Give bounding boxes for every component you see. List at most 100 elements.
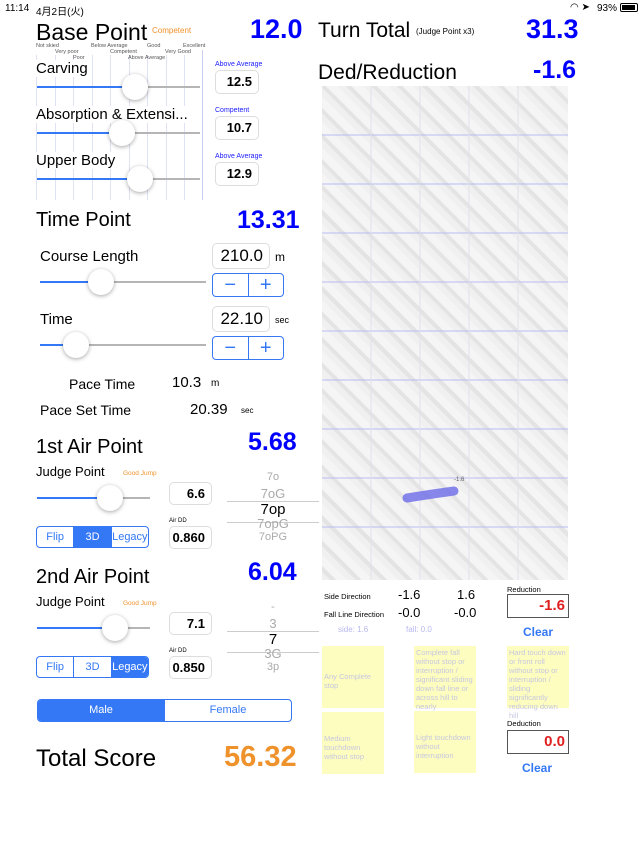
side-direction-label: Side Direction bbox=[324, 592, 371, 601]
base-item-label: Absorption & Extensi... bbox=[36, 106, 188, 123]
base-title: Base Point bbox=[36, 19, 148, 45]
segment-legacy[interactable]: Legacy bbox=[110, 527, 148, 547]
base-item-value[interactable]: 12.5 bbox=[215, 70, 259, 94]
scale-label: Good bbox=[147, 43, 161, 49]
minus-button[interactable]: − bbox=[213, 274, 248, 296]
picker-option[interactable]: 3 bbox=[227, 616, 319, 631]
course-length-stepper[interactable]: − + bbox=[212, 273, 284, 297]
pace-set-time-label: Pace Set Time bbox=[40, 402, 132, 418]
fall-small: fall: 0.0 bbox=[406, 625, 432, 634]
fall-a: -0.0 bbox=[398, 605, 421, 620]
air1-title: 1st Air Point bbox=[36, 436, 143, 458]
segment-3d[interactable]: 3D bbox=[73, 657, 110, 677]
deduction-field[interactable]: 0.0 bbox=[507, 730, 569, 754]
segment-legacy[interactable]: Legacy bbox=[110, 657, 148, 677]
ded-title: Ded/Reduction bbox=[318, 61, 457, 84]
segment-flip[interactable]: Flip bbox=[37, 527, 73, 547]
course-length-slider[interactable] bbox=[40, 269, 206, 295]
base-item-level: Above Average bbox=[215, 61, 263, 68]
battery-icon bbox=[620, 3, 638, 12]
time-stepper[interactable]: − + bbox=[212, 336, 284, 360]
picker-option[interactable]: 7oPG bbox=[227, 531, 319, 543]
air2-judge-slider[interactable] bbox=[37, 615, 150, 641]
scale-label: Above Average bbox=[128, 55, 166, 61]
minus-button[interactable]: − bbox=[213, 337, 248, 359]
plus-button[interactable]: + bbox=[247, 274, 284, 296]
base-item-label: Upper Body bbox=[36, 152, 116, 169]
turn-total: 31.3 bbox=[526, 14, 579, 44]
deduction-box-complete-stop[interactable]: Any Complete stop bbox=[322, 646, 384, 708]
air1-judge-value[interactable]: 6.6 bbox=[169, 482, 212, 505]
scale-label: Very Good bbox=[165, 49, 191, 55]
course-length-label: Course Length bbox=[40, 248, 139, 265]
fall-b: -0.0 bbox=[454, 605, 477, 620]
time-slider[interactable] bbox=[40, 332, 206, 358]
scale-label: Excellent bbox=[183, 43, 206, 49]
scale-divider bbox=[202, 50, 203, 200]
air1-dd-value[interactable]: 0.860 bbox=[169, 526, 212, 549]
reduction-label: Reduction bbox=[507, 585, 541, 594]
battery-level: 93% bbox=[597, 3, 618, 14]
picker-option[interactable]: 7oG bbox=[227, 486, 319, 501]
total-score: 56.32 bbox=[224, 741, 297, 773]
base-item-label: Carving bbox=[36, 60, 88, 77]
pace-time-value: 10.3 bbox=[172, 374, 202, 391]
wifi-icon: ◠ ➤ bbox=[570, 2, 590, 13]
base-item-value[interactable]: 10.7 bbox=[215, 116, 259, 140]
base-item-slider[interactable] bbox=[37, 166, 200, 192]
base-item-value[interactable]: 12.9 bbox=[215, 162, 259, 186]
gender-female[interactable]: Female bbox=[164, 700, 291, 721]
deduction-box-hard-touchdown[interactable]: Hard touch down or front roll without st… bbox=[507, 646, 569, 720]
reduction-field[interactable]: -1.6 bbox=[507, 594, 569, 618]
ded-value: -1.6 bbox=[533, 56, 577, 84]
base-score: 12.0 bbox=[250, 14, 303, 44]
air1-type-segment[interactable]: Flip 3D Legacy bbox=[36, 526, 149, 548]
picker-option[interactable]: 3G bbox=[227, 646, 319, 661]
air2-title: 2nd Air Point bbox=[36, 566, 150, 588]
deduction-box-complete-fall[interactable]: Complete fall without stop or interrupti… bbox=[414, 646, 476, 711]
base-item-slider[interactable] bbox=[37, 74, 200, 100]
time-score: 13.31 bbox=[237, 206, 300, 234]
picker-option[interactable]: 3p bbox=[227, 661, 319, 673]
time-unit: sec bbox=[275, 315, 290, 325]
course-unit: m bbox=[275, 250, 285, 264]
picker-option[interactable]: 7opG bbox=[227, 516, 319, 531]
judge-level: Good Jump bbox=[123, 470, 157, 477]
picker-option[interactable]: - bbox=[227, 601, 319, 613]
gender-segment[interactable]: Male Female bbox=[37, 699, 292, 722]
air2-judge-value[interactable]: 7.1 bbox=[169, 612, 212, 635]
air2-type-segment[interactable]: Flip 3D Legacy bbox=[36, 656, 149, 678]
base-item-level: Competent bbox=[215, 107, 250, 114]
side-a: -1.6 bbox=[398, 587, 421, 602]
fall-line-label: Fall Line Direction bbox=[324, 610, 385, 619]
segment-3d[interactable]: 3D bbox=[73, 527, 111, 547]
pace-set-time-value: 20.39 bbox=[190, 401, 228, 418]
deduction-box-light-touchdown[interactable]: Light touchdown without interruption bbox=[414, 711, 476, 773]
base-item-slider[interactable] bbox=[37, 120, 200, 146]
course-length-field[interactable]: 210.0 bbox=[212, 243, 270, 269]
air2-dd-value[interactable]: 0.850 bbox=[169, 656, 212, 679]
air1-judge-slider[interactable] bbox=[37, 485, 150, 511]
drawing-pad[interactable]: -1.6 bbox=[322, 86, 568, 580]
base-item-level: Above Average bbox=[215, 153, 263, 160]
deduction-box-medium-touchdown[interactable]: Medium touchdown without stop bbox=[322, 712, 384, 774]
judge-label: Judge Point bbox=[36, 464, 105, 479]
time-title: Time Point bbox=[36, 209, 131, 231]
total-label: Total Score bbox=[36, 745, 157, 772]
base-level: Competent bbox=[152, 26, 192, 35]
segment-flip[interactable]: Flip bbox=[37, 657, 73, 677]
air-dd-label: Air DD bbox=[169, 518, 187, 524]
drawn-stroke bbox=[402, 486, 459, 503]
turn-title: Turn Total bbox=[318, 19, 411, 42]
side-b: 1.6 bbox=[457, 587, 476, 602]
clear-reduction-button[interactable]: Clear bbox=[523, 625, 553, 639]
clear-deduction-button[interactable]: Clear bbox=[522, 761, 552, 775]
picker-option[interactable]: 7o bbox=[227, 471, 319, 483]
status-date: 4月2日(火) bbox=[36, 7, 84, 18]
gender-male[interactable]: Male bbox=[38, 700, 164, 721]
status-time: 11:14 bbox=[5, 3, 30, 14]
time-field[interactable]: 22.10 bbox=[212, 306, 270, 332]
plus-button[interactable]: + bbox=[247, 337, 284, 359]
stroke-label: -1.6 bbox=[454, 477, 465, 483]
air-dd-label: Air DD bbox=[169, 648, 187, 654]
